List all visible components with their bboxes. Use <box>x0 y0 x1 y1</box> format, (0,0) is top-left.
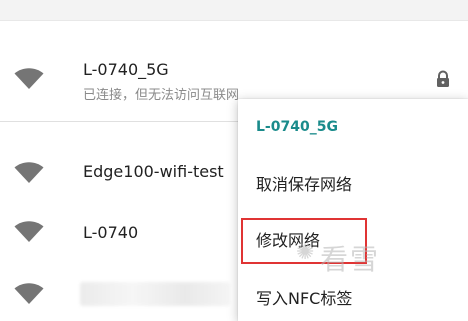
blurred-ssid <box>80 282 230 306</box>
network-context-menu: L-0740_5G 取消保存网络 修改网络 写入NFC标签 <box>238 99 468 321</box>
write-nfc-tag-item[interactable]: 写入NFC标签 <box>256 285 352 309</box>
wifi-ssid: Edge100-wifi-test <box>83 162 224 181</box>
lock-icon <box>436 70 450 88</box>
wifi-signal-icon <box>14 221 44 243</box>
wifi-signal-icon <box>14 68 44 90</box>
wifi-signal-icon <box>14 283 44 305</box>
top-strip <box>0 0 468 20</box>
popup-title: L-0740_5G <box>256 119 338 135</box>
wifi-ssid: L-0740_5G <box>83 60 169 79</box>
forget-network-item[interactable]: 取消保存网络 <box>256 171 352 195</box>
wifi-ssid: L-0740 <box>83 223 139 242</box>
modify-network-item[interactable]: 修改网络 <box>256 227 320 251</box>
wifi-signal-icon <box>14 162 44 184</box>
wifi-status: 已连接，但无法访问互联网 <box>83 88 240 103</box>
